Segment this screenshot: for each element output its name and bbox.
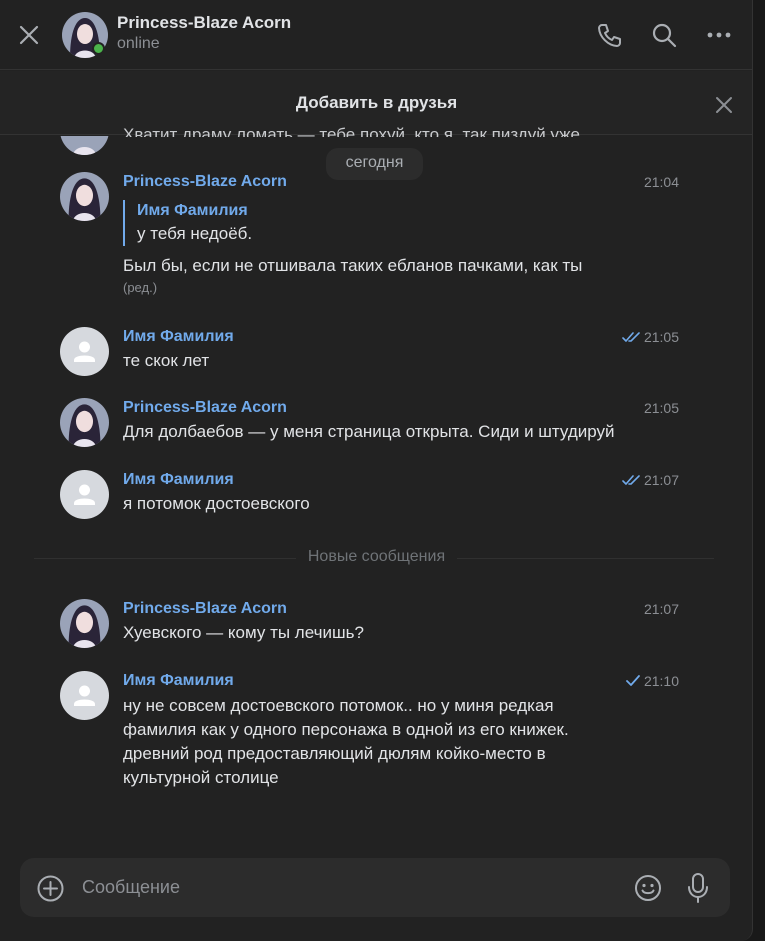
message-text-line: древний род предоставляющий дюлям койко-… — [123, 744, 546, 763]
attach-plus-icon[interactable] — [37, 875, 64, 902]
message-time: 21:07 — [622, 472, 679, 488]
message-text: я потомок достоевского — [123, 494, 310, 513]
message-author[interactable]: Имя Фамилия — [123, 671, 693, 691]
avatar[interactable] — [60, 470, 109, 519]
avatar[interactable] — [60, 599, 109, 648]
chat-title[interactable]: Princess-Blaze Acorn — [117, 13, 291, 33]
reply-author: Имя Фамилия — [137, 202, 248, 219]
chat-window: Princess-Blaze Acorn online Добавить в д… — [0, 0, 753, 941]
message-input[interactable] — [82, 872, 602, 902]
read-double-check-icon — [622, 332, 640, 342]
message-time: 21:07 — [643, 601, 679, 617]
avatar[interactable] — [60, 671, 109, 720]
message-text: те скок лет — [123, 351, 210, 370]
chat-header: Princess-Blaze Acorn online — [0, 0, 752, 70]
message-text: Для долбаебов — у меня страница открыта.… — [123, 422, 615, 441]
message-time: 21:04 — [643, 174, 679, 190]
message-composer — [20, 858, 730, 917]
online-indicator — [92, 42, 105, 55]
close-icon[interactable] — [714, 95, 734, 115]
avatar[interactable] — [60, 136, 109, 155]
new-messages-label: Новые сообщения — [0, 548, 752, 566]
edited-label: (ред.) — [123, 280, 158, 295]
message-time: 21:05 — [643, 400, 679, 416]
message-text-line: фамилия как у одного персонажа в одной и… — [123, 720, 569, 739]
emoji-icon[interactable] — [634, 874, 662, 902]
avatar[interactable] — [60, 172, 109, 221]
read-double-check-icon — [622, 475, 640, 485]
message-author[interactable]: Имя Фамилия — [123, 327, 693, 347]
message-time-value: 21:05 — [643, 329, 679, 345]
message-author[interactable]: Princess-Blaze Acorn — [123, 398, 693, 418]
reply-text: у тебя недоёб. — [137, 224, 253, 243]
message-time: 21:10 — [626, 673, 679, 689]
message-text-line: культурной столице — [123, 768, 279, 787]
message-text: Хватит драму ломать — тебе похуй, кто я,… — [123, 125, 580, 137]
message-author[interactable]: Princess-Blaze Acorn — [123, 599, 693, 619]
microphone-icon[interactable] — [686, 872, 710, 904]
more-icon[interactable] — [706, 22, 732, 48]
close-icon[interactable] — [18, 24, 40, 46]
avatar[interactable] — [60, 327, 109, 376]
sent-check-icon — [626, 675, 640, 686]
message-text: Хуевского — кому ты лечишь? — [123, 623, 364, 642]
message-text-line: ну не совсем достоевского потомок.. но у… — [123, 696, 554, 715]
message-author[interactable]: Princess-Blaze Acorn — [123, 172, 693, 192]
message-author[interactable]: Имя Фамилия — [123, 470, 693, 490]
avatar[interactable] — [60, 398, 109, 447]
search-icon[interactable] — [651, 22, 677, 48]
phone-icon[interactable] — [596, 22, 622, 48]
chat-status: online — [117, 35, 160, 52]
reply-quote[interactable]: Имя Фамилия у тебя недоёб. — [123, 200, 693, 246]
message-time: 21:05 — [622, 329, 679, 345]
message-time-value: 21:07 — [643, 472, 679, 488]
add-friend-button[interactable]: Добавить в друзья — [0, 93, 752, 113]
message-text: Был бы, если не отшивала таких ебланов п… — [123, 256, 583, 275]
message-time-value: 21:10 — [643, 673, 679, 689]
